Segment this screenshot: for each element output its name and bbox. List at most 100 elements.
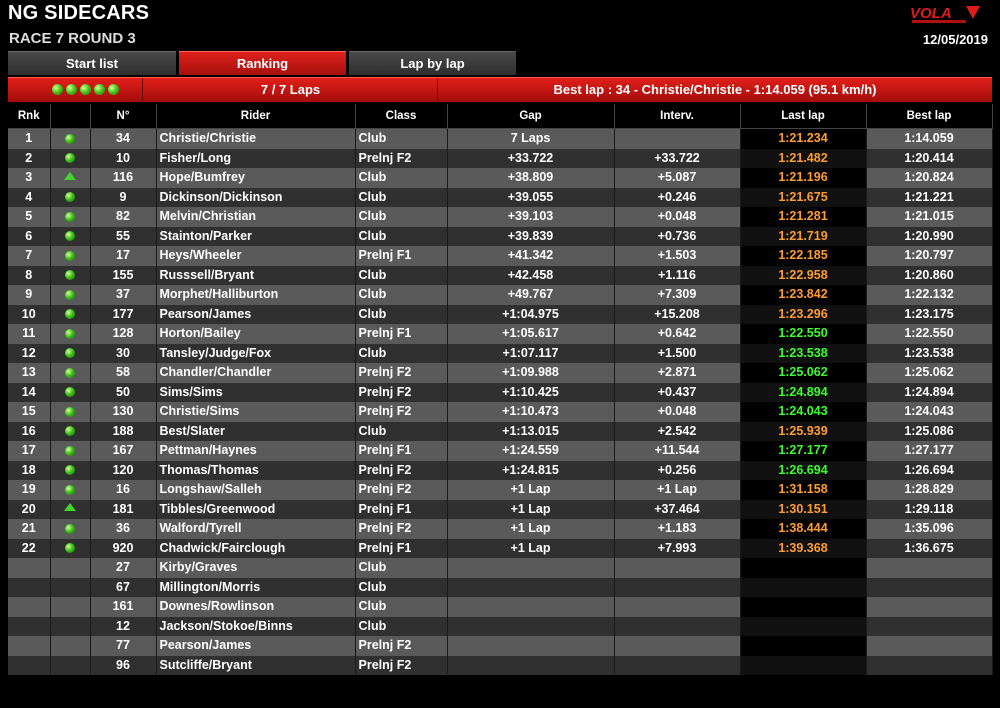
rank-cell: 13 — [8, 363, 51, 383]
gap-cell: +1:24.815 — [447, 460, 615, 480]
table-row[interactable]: 6 55 Stainton/Parker Club +39.839 +0.736 1:21.… — [8, 226, 993, 246]
table-row[interactable]: 14 50 Sims/Sims Prelnj F2 +1:10.425 +0.437 1:2… — [8, 382, 993, 402]
last-lap-cell — [740, 577, 867, 597]
table-row[interactable]: 7 17 Heys/Wheeler Prelnj F1 +41.342 +1.503 1:2… — [8, 246, 993, 266]
best-lap-cell — [866, 616, 993, 636]
tab-start-list[interactable]: Start list — [8, 51, 176, 75]
rank-cell: 22 — [8, 538, 51, 558]
class-cell: Prelnj F2 — [355, 480, 448, 500]
col-class[interactable]: Class — [355, 104, 448, 129]
table-row[interactable]: 15 130 Christie/Sims Prelnj F2 +1:10.473 +0.0… — [8, 402, 993, 422]
number-cell: 30 — [90, 343, 157, 363]
table-row[interactable]: 18 120 Thomas/Thomas Prelnj F2 +1:24.815 +0.2… — [8, 460, 993, 480]
best-lap-cell: 1:36.675 — [866, 538, 993, 558]
table-row[interactable]: 67 Millington/Morris Club — [8, 577, 993, 597]
status-dot-icon — [65, 465, 75, 476]
gap-cell: +1:09.988 — [447, 363, 615, 383]
rider-cell: Tibbles/Greenwood — [156, 499, 356, 519]
status-cell — [50, 558, 91, 578]
table-row[interactable]: 77 Pearson/James Prelnj F2 — [8, 636, 993, 656]
interval-cell: +0.048 — [614, 207, 741, 227]
last-lap-cell: 1:21.719 — [740, 226, 867, 246]
gap-cell: +49.767 — [447, 285, 615, 305]
rider-cell: Sims/Sims — [156, 382, 356, 402]
rank-cell: 21 — [8, 519, 51, 539]
table-row[interactable]: 16 188 Best/Slater Club +1:13.015 +2.542 1:25.… — [8, 421, 993, 441]
interval-cell: +5.087 — [614, 168, 741, 188]
gap-cell: +39.055 — [447, 187, 615, 207]
number-cell: 37 — [90, 285, 157, 305]
table-row[interactable]: 8 155 Russsell/Bryant Club +42.458 +1.116 1:22… — [8, 265, 993, 285]
rider-cell: Christie/Sims — [156, 402, 356, 422]
best-lap-cell — [866, 577, 993, 597]
view-tabs: Start list Ranking Lap by lap — [8, 51, 518, 75]
green-light-icon — [108, 84, 119, 95]
number-cell: 9 — [90, 187, 157, 207]
rank-cell: 20 — [8, 499, 51, 519]
rider-cell: Longshaw/Salleh — [156, 480, 356, 500]
table-row[interactable]: 96 Sutcliffe/Bryant Prelnj F2 — [8, 655, 993, 675]
interval-cell: +1.500 — [614, 343, 741, 363]
rank-cell — [8, 597, 51, 617]
rank-cell — [8, 616, 51, 636]
last-lap-cell: 1:23.842 — [740, 285, 867, 305]
col-rider[interactable]: Rider — [156, 104, 356, 129]
table-row[interactable]: 12 30 Tansley/Judge/Fox Club +1:07.117 +1.500… — [8, 343, 993, 363]
status-cell — [50, 207, 91, 227]
table-row[interactable]: 13 58 Chandler/Chandler Prelnj F2 +1:09.988 +… — [8, 363, 993, 383]
gap-cell: +1:10.425 — [447, 382, 615, 402]
last-lap-cell — [740, 655, 867, 675]
tab-lap-by-lap[interactable]: Lap by lap — [349, 51, 516, 75]
table-row[interactable]: 3 116 Hope/Bumfrey Club +38.809 +5.087 1:21.19… — [8, 168, 993, 188]
rider-cell: Chadwick/Fairclough — [156, 538, 356, 558]
col-gap[interactable]: Gap — [447, 104, 615, 129]
gap-cell: +1:24.559 — [447, 441, 615, 461]
status-dot-icon — [65, 426, 75, 437]
last-lap-cell — [740, 616, 867, 636]
table-row[interactable]: 9 37 Morphet/Halliburton Club +49.767 +7.309 1… — [8, 285, 993, 305]
table-row[interactable]: 11 128 Horton/Bailey Prelnj F1 +1:05.617 +0.6… — [8, 324, 993, 344]
best-lap-cell: 1:24.894 — [866, 382, 993, 402]
number-cell: 161 — [90, 597, 157, 617]
table-row[interactable]: 12 Jackson/Stokoe/Binns Club — [8, 616, 993, 636]
status-cell — [50, 597, 91, 617]
table-row[interactable]: 1 34 Christie/Christie Club 7 Laps 1:21.234 1:… — [8, 128, 993, 149]
interval-cell — [614, 616, 741, 636]
interval-cell: +11.544 — [614, 441, 741, 461]
best-lap-cell: 1:14.059 — [866, 128, 993, 149]
number-cell: 16 — [90, 480, 157, 500]
col-best-lap[interactable]: Best lap — [866, 104, 993, 129]
table-row[interactable]: 17 167 Pettman/Haynes Prelnj F1 +1:24.559 +11… — [8, 441, 993, 461]
class-cell: Prelnj F1 — [355, 499, 448, 519]
class-cell: Club — [355, 128, 448, 149]
table-row[interactable]: 21 36 Walford/Tyrell Prelnj F2 +1 Lap +1.183 1… — [8, 519, 993, 539]
col-number[interactable]: N° — [90, 104, 157, 129]
col-last-lap[interactable]: Last lap — [740, 104, 867, 129]
number-cell: 55 — [90, 226, 157, 246]
best-lap-cell: 1:20.414 — [866, 148, 993, 168]
status-dot-icon — [65, 387, 75, 398]
table-row[interactable]: 4 9 Dickinson/Dickinson Club +39.055 +0.246 1:… — [8, 187, 993, 207]
col-rank[interactable]: Rnk — [8, 104, 51, 129]
class-cell: Club — [355, 343, 448, 363]
rank-cell: 10 — [8, 304, 51, 324]
table-row[interactable]: 20 181 Tibbles/Greenwood Prelnj F1 +1 Lap +37… — [8, 499, 993, 519]
table-row[interactable]: 2 10 Fisher/Long Prelnj F2 +33.722 +33.722 1:2… — [8, 148, 993, 168]
tab-ranking[interactable]: Ranking — [179, 51, 346, 75]
table-row[interactable]: 27 Kirby/Graves Club — [8, 558, 993, 578]
number-cell: 116 — [90, 168, 157, 188]
table-row[interactable]: 19 16 Longshaw/Salleh Prelnj F2 +1 Lap +1 Lap… — [8, 480, 993, 500]
rider-cell: Kirby/Graves — [156, 558, 356, 578]
col-interval[interactable]: Interv. — [614, 104, 741, 129]
last-lap-cell: 1:21.482 — [740, 148, 867, 168]
table-row[interactable]: 161 Downes/Rowlinson Club — [8, 597, 993, 617]
number-cell: 67 — [90, 577, 157, 597]
table-row[interactable]: 10 177 Pearson/James Club +1:04.975 +15.208 1:… — [8, 304, 993, 324]
status-cell — [50, 343, 91, 363]
table-row[interactable]: 22 920 Chadwick/Fairclough Prelnj F1 +1 Lap +… — [8, 538, 993, 558]
rider-cell: Pettman/Haynes — [156, 441, 356, 461]
status-cell — [50, 285, 91, 305]
status-cell — [50, 187, 91, 207]
class-cell: Club — [355, 226, 448, 246]
table-row[interactable]: 5 82 Melvin/Christian Club +39.103 +0.048 1:21… — [8, 207, 993, 227]
